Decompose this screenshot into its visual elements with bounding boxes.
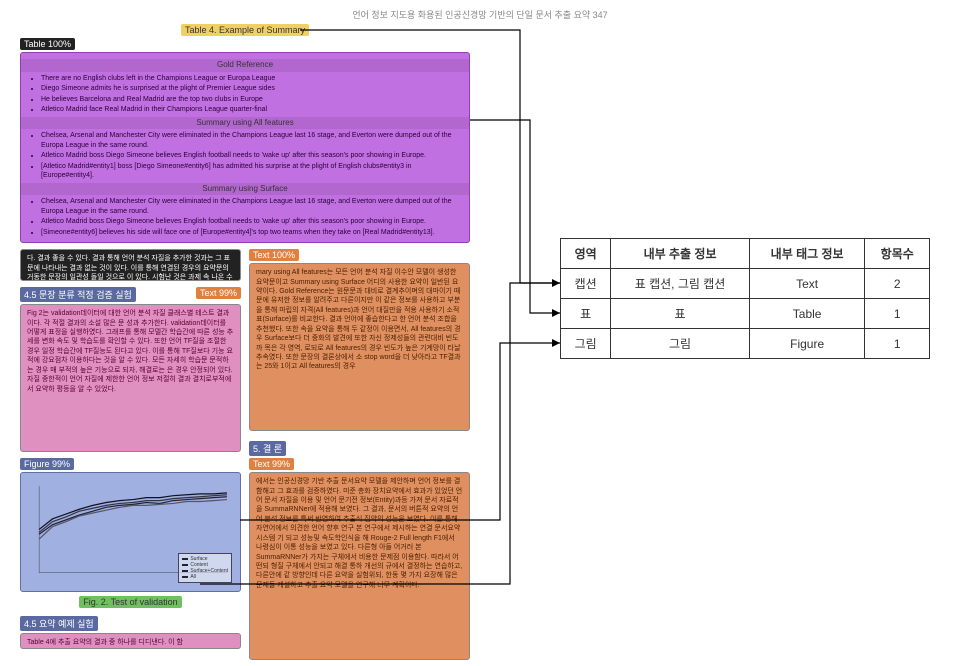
gold-ref-list: There are no English clubs left in the C…: [41, 74, 463, 115]
legend-item: Surface+Content: [190, 568, 228, 574]
all-item: Atletico Madrid boss Diego Simeone belie…: [41, 151, 463, 160]
cell: Table: [749, 299, 865, 329]
figure-caption-label: Fig. 2. Test of validation: [79, 596, 181, 608]
gold-item: Diego Simeone admits he is surprised at …: [41, 84, 463, 93]
all-features-header: Summary using All features: [21, 117, 469, 130]
gold-item: He believes Barcelona and Real Madrid ar…: [41, 95, 463, 104]
left-column: Table 4. Example of Summary Table 100% G…: [20, 24, 470, 666]
info-table-container: 영역 내부 추출 정보 내부 태그 정보 항목수 캡션 표 캡션, 그림 캡션 …: [560, 238, 930, 359]
surf-item: Atletico Madrid boss Diego Simeone belie…: [41, 217, 463, 226]
th-extract: 내부 추출 정보: [611, 239, 749, 269]
page-header: 언어 정보 지도용 화용된 인공신경망 기반의 단일 문서 추출 요약 347: [0, 8, 960, 21]
cell: 캡션: [561, 269, 611, 299]
surf-item: Chelsea, Arsenal and Manchester City wer…: [41, 197, 463, 216]
cell: 1: [865, 329, 930, 359]
text99-label-a: Text 99%: [196, 287, 241, 299]
cell: 1: [865, 299, 930, 329]
cell: Figure: [749, 329, 865, 359]
th-region: 영역: [561, 239, 611, 269]
summary-table-block: Gold Reference There are no English club…: [20, 52, 470, 243]
th-tag: 내부 태그 정보: [749, 239, 865, 269]
gold-ref-header: Gold Reference: [21, 59, 469, 72]
surface-header: Summary using Surface: [21, 183, 469, 196]
figure-pct-label: Figure 99%: [20, 458, 74, 470]
legend-item: All: [190, 574, 196, 580]
text99-label-b: Text 99%: [249, 458, 294, 470]
cell: 표 캡션, 그림 캡션: [611, 269, 749, 299]
table-row: 표 표 Table 1: [561, 299, 930, 329]
all-features-list: Chelsea, Arsenal and Manchester City wer…: [41, 131, 463, 180]
cell: 표: [561, 299, 611, 329]
pink-text-block-2: Table 4에 추출 요약의 결과 중 하나를 디디낸다. 이 함: [20, 633, 241, 649]
section-4-5-2-label: 4.5 요약 예제 실험: [20, 616, 98, 631]
surface-list: Chelsea, Arsenal and Manchester City wer…: [41, 197, 463, 237]
text-pct-label: Text 100%: [249, 249, 299, 261]
text-block-dark: 다. 결과 좋을 수 있다. 결과 통해 언어 분석 자질을 추가한 것과는 그…: [20, 249, 241, 281]
all-item: Chelsea, Arsenal and Manchester City wer…: [41, 131, 463, 150]
cell: 그림: [611, 329, 749, 359]
table-row: 캡션 표 캡션, 그림 캡션 Text 2: [561, 269, 930, 299]
orange-text-block-2: 에서는 인공신경망 기반 추출 문서요약 모델을 제안하며 언어 정보를 결함해…: [249, 472, 470, 660]
cell: 표: [611, 299, 749, 329]
orange-text-block-1: mary using All features는 모든 언어 분석 자질 이수안…: [249, 263, 470, 431]
region-info-table: 영역 내부 추출 정보 내부 태그 정보 항목수 캡션 표 캡션, 그림 캡션 …: [560, 238, 930, 359]
cell: 2: [865, 269, 930, 299]
table-caption-label: Table 4. Example of Summary: [181, 24, 309, 36]
chart-legend: Surface Content Surface+Content All: [178, 553, 232, 583]
gold-item: Atletico Madrid face Real Madrid in thei…: [41, 105, 463, 114]
surf-item: [Simeone#entity6] believes his side will…: [41, 228, 463, 237]
th-count: 항목수: [865, 239, 930, 269]
section-4-5-1-label: 4.5 문장 분류 적정 검증 실험: [20, 287, 136, 302]
table-pct-label: Table 100%: [20, 38, 75, 50]
gold-item: There are no English clubs left in the C…: [41, 74, 463, 83]
cell: Text: [749, 269, 865, 299]
table-row: 그림 그림 Figure 1: [561, 329, 930, 359]
all-item: [Atletico Madrid#entity1] boss [Diego Si…: [41, 162, 463, 181]
section-5-label: 5. 결 론: [249, 441, 286, 456]
pink-text-block-1: Fig 2는 validation데이터에 대한 언어 분석 자질 클래스별 테…: [20, 304, 241, 452]
figure-block: Surface Content Surface+Content All: [20, 472, 241, 592]
cell: 그림: [561, 329, 611, 359]
